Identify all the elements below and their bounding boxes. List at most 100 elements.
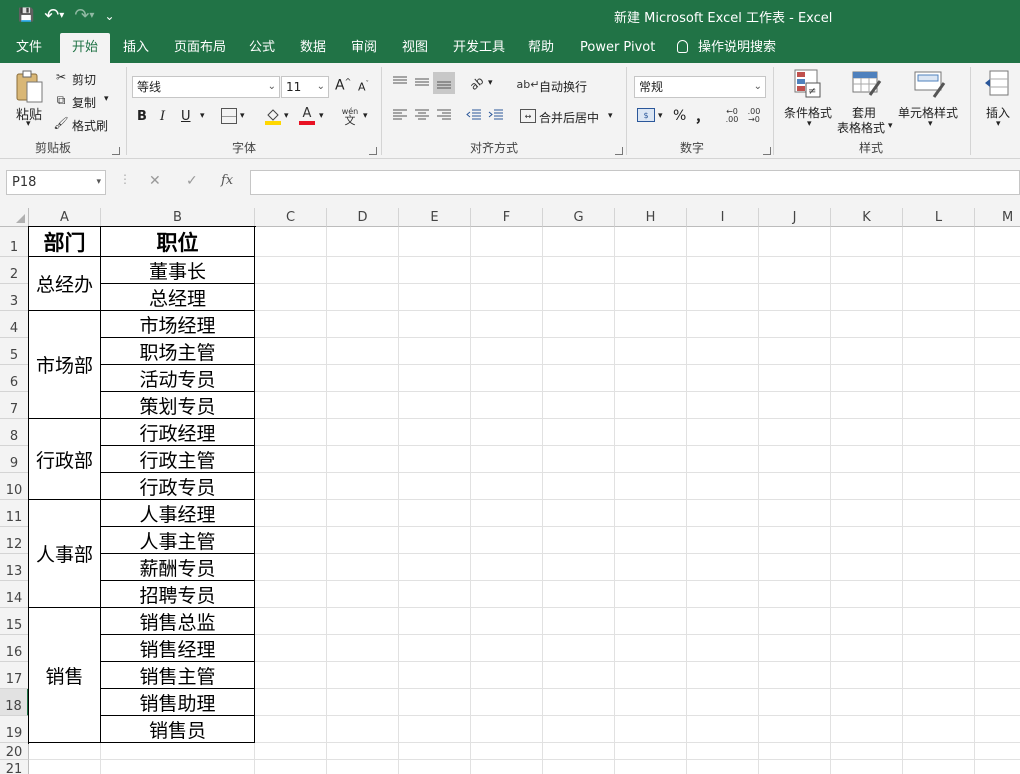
dept-cell[interactable]: 总经办 — [29, 257, 101, 311]
row-header-17[interactable]: 17 — [0, 662, 29, 689]
bold-button[interactable]: B — [137, 109, 147, 124]
enter-icon[interactable]: ✓ — [186, 173, 198, 189]
tab-data[interactable]: 数据 — [300, 33, 326, 63]
insert-dropdown-icon[interactable]: ▾ — [996, 119, 1001, 129]
tab-view[interactable]: 视图 — [402, 33, 428, 63]
column-header-f[interactable]: F — [471, 208, 543, 227]
number-format-select[interactable]: 常规 ⌄ — [634, 76, 766, 98]
decrease-font-icon[interactable]: Aˇ — [358, 80, 369, 94]
tab-developer[interactable]: 开发工具 — [453, 33, 505, 63]
redo-dropdown-icon[interactable]: ▾ — [89, 6, 94, 26]
position-cell[interactable]: 销售助理 — [101, 689, 255, 716]
underline-button[interactable]: U — [181, 109, 191, 124]
dept-cell[interactable]: 行政部 — [29, 419, 101, 500]
paste-dropdown-icon[interactable]: ▾ — [26, 119, 31, 129]
font-name-select[interactable]: 等线 ⌄ — [132, 76, 280, 98]
column-header-d[interactable]: D — [327, 208, 399, 227]
row-header-18[interactable]: 18 — [0, 689, 29, 716]
column-header-h[interactable]: H — [615, 208, 687, 227]
align-left-icon[interactable] — [392, 108, 408, 122]
increase-indent-icon[interactable] — [488, 108, 504, 122]
merge-center-button[interactable]: 合并后居中 — [539, 109, 599, 126]
row-header-3[interactable]: 3 — [0, 284, 29, 311]
undo-dropdown-icon[interactable]: ▾ — [59, 6, 64, 26]
header-dept-cell[interactable]: 部门 — [29, 227, 101, 257]
row-header-2[interactable]: 2 — [0, 257, 29, 284]
column-header-b[interactable]: B — [101, 208, 255, 227]
row-header-14[interactable]: 14 — [0, 581, 29, 608]
fill-color-dropdown-icon[interactable]: ▾ — [284, 111, 289, 121]
tab-help[interactable]: 帮助 — [528, 33, 554, 63]
select-all-button[interactable] — [0, 208, 29, 227]
redo-icon[interactable]: ↷ — [74, 6, 89, 26]
row-header-12[interactable]: 12 — [0, 527, 29, 554]
orientation-dropdown-icon[interactable]: ▾ — [488, 78, 493, 88]
position-cell[interactable]: 薪酬专员 — [101, 554, 255, 581]
cut-button[interactable]: 剪切 — [72, 71, 96, 88]
column-header-c[interactable]: C — [255, 208, 327, 227]
row-header-4[interactable]: 4 — [0, 311, 29, 338]
row-header-15[interactable]: 15 — [0, 608, 29, 635]
increase-font-icon[interactable]: A^ — [335, 77, 351, 94]
increase-decimal-icon[interactable]: ←0.00 — [723, 107, 741, 125]
table-format-dropdown-icon[interactable]: ▾ — [888, 121, 893, 131]
tab-formulas[interactable]: 公式 — [249, 33, 275, 63]
accounting-format-icon[interactable]: $ — [637, 108, 655, 122]
column-header-e[interactable]: E — [399, 208, 471, 227]
column-header-a[interactable]: A — [29, 208, 101, 227]
cancel-icon[interactable]: ✕ — [149, 173, 161, 189]
position-cell[interactable]: 职场主管 — [101, 338, 255, 365]
alignment-launcher-icon[interactable] — [615, 147, 623, 155]
drag-handle-icon[interactable]: ⋮ — [119, 172, 131, 186]
percent-button[interactable]: % — [673, 108, 686, 124]
position-cell[interactable]: 活动专员 — [101, 365, 255, 392]
comma-button[interactable]: ， — [695, 107, 709, 127]
font-color-dropdown-icon[interactable]: ▾ — [319, 111, 324, 121]
wrap-text-button[interactable]: 自动换行 — [539, 78, 587, 95]
tab-review[interactable]: 审阅 — [351, 33, 377, 63]
align-right-icon[interactable] — [436, 108, 452, 122]
tab-home[interactable]: 开始 — [60, 33, 110, 63]
clipboard-launcher-icon[interactable] — [112, 147, 120, 155]
column-header-m[interactable]: M — [975, 208, 1020, 227]
phonetic-dropdown-icon[interactable]: ▾ — [363, 111, 368, 121]
column-header-l[interactable]: L — [903, 208, 975, 227]
column-header-g[interactable]: G — [543, 208, 615, 227]
conditional-dropdown-icon[interactable]: ▾ — [807, 119, 812, 129]
font-color-icon[interactable]: A — [299, 106, 315, 125]
table-format-label-2[interactable]: 表格格式 — [837, 119, 885, 136]
decrease-decimal-icon[interactable]: .00 →0 — [745, 107, 763, 125]
dept-cell[interactable]: 市场部 — [29, 311, 101, 419]
paste-button[interactable] — [12, 69, 46, 105]
align-middle-icon[interactable] — [414, 75, 430, 89]
decrease-indent-icon[interactable] — [466, 108, 482, 122]
undo-icon[interactable]: ↶ — [44, 6, 59, 26]
dept-cell[interactable]: 人事部 — [29, 500, 101, 608]
font-launcher-icon[interactable] — [369, 147, 377, 155]
column-header-j[interactable]: J — [759, 208, 831, 227]
position-cell[interactable]: 销售经理 — [101, 635, 255, 662]
format-painter-button[interactable]: 格式刷 — [72, 117, 108, 134]
tab-page-layout[interactable]: 页面布局 — [174, 33, 226, 63]
position-cell[interactable]: 人事经理 — [101, 500, 255, 527]
position-cell[interactable]: 行政经理 — [101, 419, 255, 446]
tab-insert[interactable]: 插入 — [123, 33, 149, 63]
align-center-icon[interactable] — [414, 108, 430, 122]
accounting-dropdown-icon[interactable]: ▾ — [658, 111, 663, 121]
borders-icon[interactable] — [221, 108, 237, 124]
position-cell[interactable]: 行政专员 — [101, 473, 255, 500]
tell-me-search[interactable]: 操作说明搜索 — [677, 33, 776, 63]
copy-button[interactable]: 复制 — [72, 94, 96, 111]
merge-dropdown-icon[interactable]: ▾ — [608, 111, 613, 121]
name-box[interactable]: P18 ▾ — [6, 170, 106, 195]
save-icon[interactable]: 💾 — [18, 6, 34, 26]
position-cell[interactable]: 总经理 — [101, 284, 255, 311]
align-bottom-icon[interactable] — [433, 72, 455, 94]
header-position-cell[interactable]: 职位 — [101, 227, 255, 257]
row-header-21[interactable]: 21 — [0, 760, 29, 774]
row-header-20[interactable]: 20 — [0, 743, 29, 760]
position-cell[interactable]: 销售总监 — [101, 608, 255, 635]
orientation-icon[interactable]: ab — [468, 74, 487, 93]
row-header-5[interactable]: 5 — [0, 338, 29, 365]
customize-toolbar-icon[interactable]: ⌄ — [104, 6, 114, 26]
